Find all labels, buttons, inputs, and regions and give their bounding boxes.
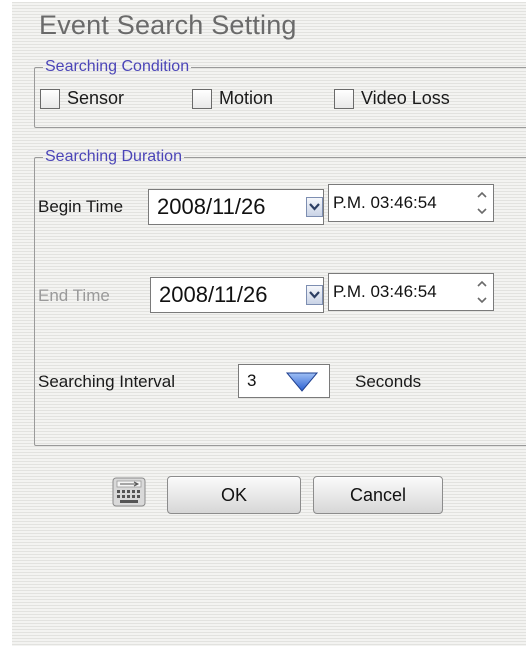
spin-down-icon[interactable] bbox=[477, 296, 487, 304]
motion-checkbox[interactable] bbox=[192, 88, 212, 109]
searching-interval-value: 3 bbox=[247, 371, 257, 390]
cancel-button-label: Cancel bbox=[349, 484, 407, 505]
searching-interval-select[interactable]: 3 bbox=[238, 364, 330, 398]
dialog-title: Event Search Setting bbox=[39, 10, 297, 40]
end-date-value: 2008/11/26 bbox=[159, 282, 268, 307]
begin-date-dropdown-button[interactable] bbox=[306, 197, 323, 217]
sensor-checkbox[interactable] bbox=[40, 88, 60, 109]
end-time-field[interactable]: P.M. 03:46:54 bbox=[328, 273, 494, 311]
video-loss-label: Video Loss bbox=[361, 88, 450, 108]
video-loss-checkbox[interactable] bbox=[334, 88, 354, 109]
end-date-field[interactable]: 2008/11/26 bbox=[150, 277, 324, 313]
end-date-dropdown-button[interactable] bbox=[306, 285, 323, 305]
end-time-spinner[interactable] bbox=[475, 280, 489, 304]
spin-down-icon[interactable] bbox=[477, 207, 487, 215]
begin-time-spinner[interactable] bbox=[475, 191, 489, 215]
end-time-value: P.M. 03:46:54 bbox=[333, 282, 437, 301]
begin-date-field[interactable]: 2008/11/26 bbox=[148, 189, 324, 225]
keyboard-icon[interactable] bbox=[112, 477, 146, 512]
triangle-down-icon[interactable] bbox=[285, 371, 319, 393]
begin-time-label: Begin Time bbox=[38, 197, 124, 216]
ok-button-label: OK bbox=[220, 484, 247, 505]
searching-duration-legend: Searching Duration bbox=[45, 148, 182, 165]
begin-time-field[interactable]: P.M. 03:46:54 bbox=[328, 184, 494, 222]
begin-time-value: P.M. 03:46:54 bbox=[333, 193, 437, 212]
chevron-down-icon bbox=[309, 291, 320, 299]
sensor-option[interactable]: Sensor bbox=[40, 88, 124, 109]
begin-date-value: 2008/11/26 bbox=[157, 194, 266, 219]
ok-button[interactable]: OK bbox=[167, 476, 301, 514]
motion-option[interactable]: Motion bbox=[192, 88, 273, 109]
cancel-button[interactable]: Cancel bbox=[313, 476, 443, 514]
event-search-dialog: Event Search Setting Searching Condition… bbox=[12, 2, 526, 646]
chevron-down-icon bbox=[309, 203, 320, 211]
motion-label: Motion bbox=[219, 88, 274, 108]
video-loss-option[interactable]: Video Loss bbox=[334, 88, 450, 109]
searching-condition-legend: Searching Condition bbox=[45, 58, 190, 75]
end-time-label: End Time bbox=[38, 286, 110, 305]
spin-up-icon[interactable] bbox=[477, 191, 487, 199]
seconds-label: Seconds bbox=[355, 372, 422, 391]
sensor-label: Sensor bbox=[67, 88, 125, 108]
spin-up-icon[interactable] bbox=[477, 280, 487, 288]
searching-interval-label: Searching Interval bbox=[38, 372, 176, 391]
